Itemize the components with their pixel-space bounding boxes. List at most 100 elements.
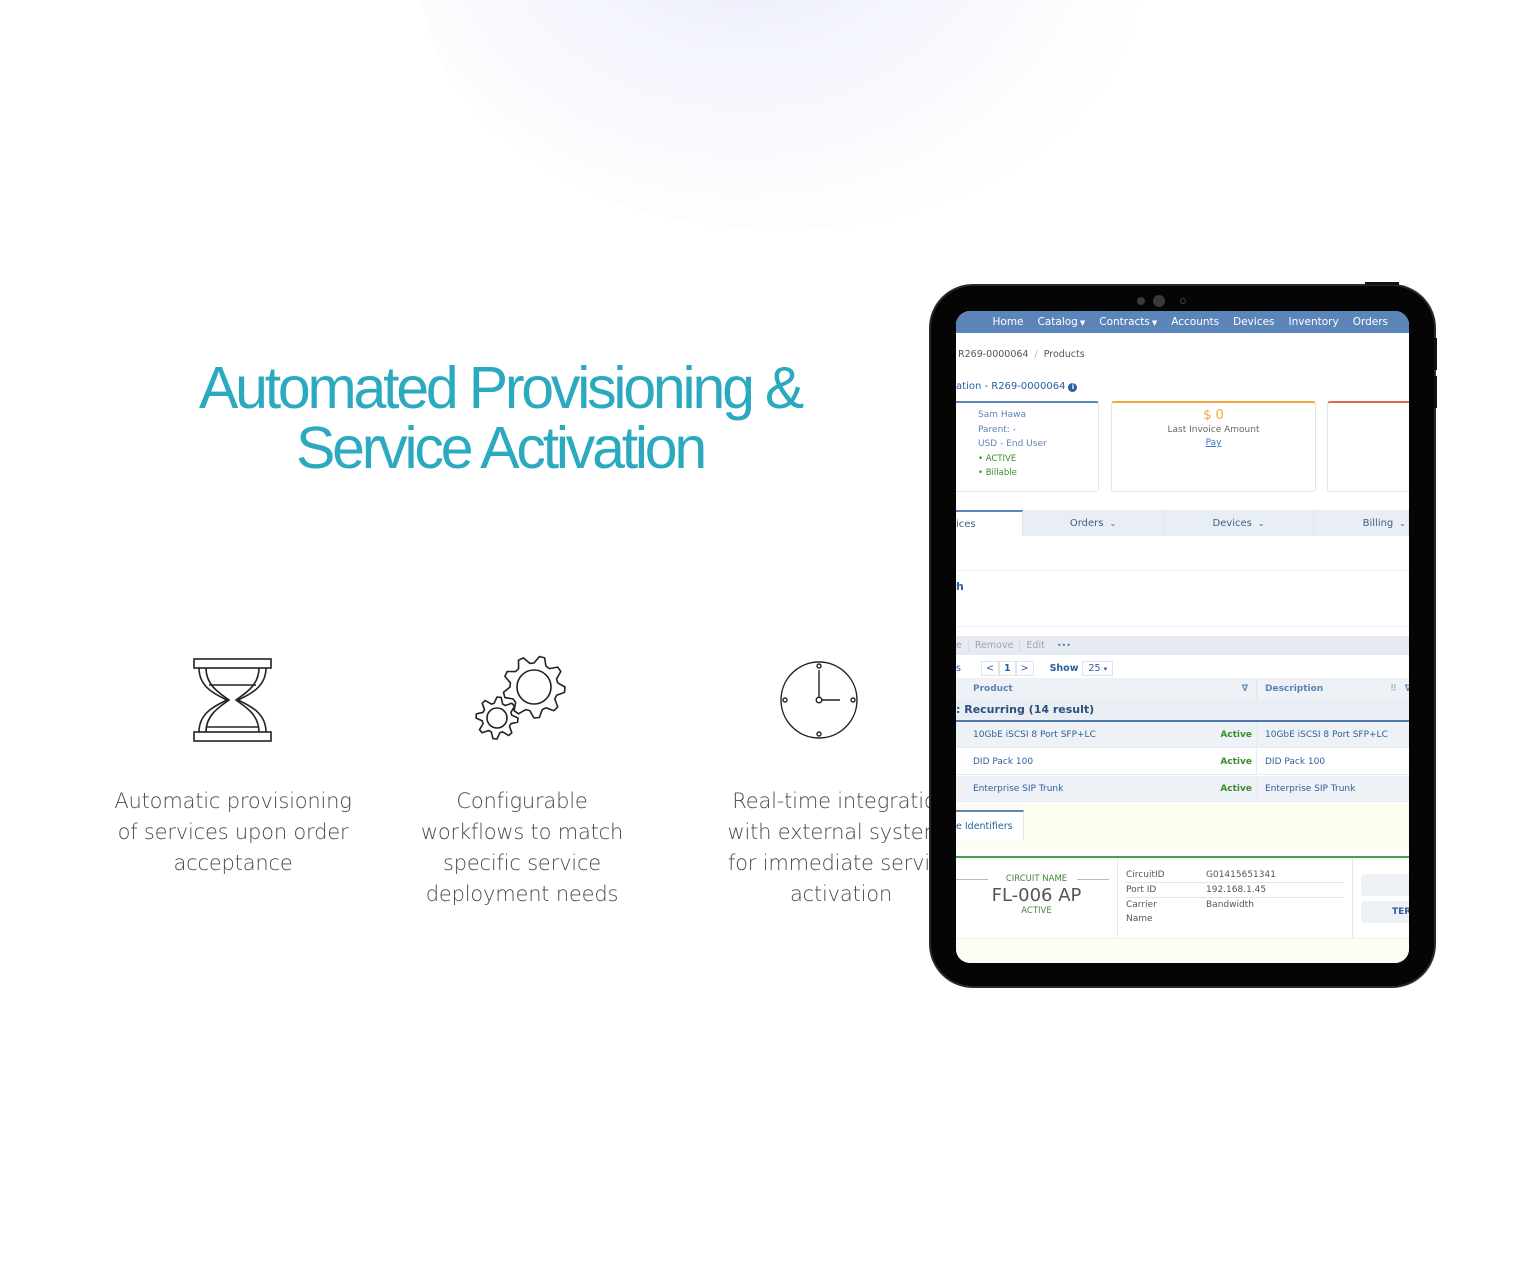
circuit-actions: TER [1352,858,1409,938]
identifiers-section: e Identifiers [956,805,1409,849]
feature-text: Configurable workflows to match specific… [420,789,624,906]
bottom-strip [956,938,1409,963]
sensor-dot [1180,298,1186,304]
chevron-down-icon: ⌄ [1257,518,1265,528]
nav-catalog[interactable]: Catalog ▼ [1031,316,1093,328]
feature-text: Real-time integration with external syst… [727,789,955,906]
third-summary-card [1327,401,1409,492]
chevron-down-icon: ⌄ [1109,518,1117,528]
table-toolbar: e Remove Edit ••• [956,636,1409,655]
feature-automatic-provisioning: Automatic provisioning of services upon … [113,650,353,879]
table-row[interactable]: DID Pack 100 Active DID Pack 100 [956,749,1409,775]
column-header-description[interactable]: Description ⠿ ∇ [1256,678,1409,700]
field-port-id: Port ID 192.168.1.45 [1126,883,1344,898]
pager-label-partial: s [956,662,961,674]
remove-button[interactable]: Remove [969,640,1021,651]
next-page-button[interactable]: > [1015,660,1034,676]
tab-billing[interactable]: Billing ⌄ [1314,510,1409,536]
terminate-button[interactable]: TER [1361,901,1409,923]
pay-link[interactable]: Pay [1112,438,1315,448]
info-icon[interactable]: i [1068,383,1078,392]
caret-down-icon: ▼ [1151,319,1158,327]
background-glow [420,0,1140,230]
top-navbar: Home Catalog ▼ Contracts ▼ Accounts Device… [956,311,1409,333]
breadcrumb-account-link[interactable]: R269-0000064 [958,349,1028,360]
account-name[interactable]: Sam Hawa [978,408,1098,423]
group-header-recurring[interactable]: : Recurring (14 result) [956,700,1409,722]
table-row[interactable]: Enterprise SIP Trunk Active Enterprise SI… [956,776,1409,802]
more-actions-icon[interactable]: ••• [1051,641,1077,650]
caret-down-icon: ▾ [1103,664,1108,673]
breadcrumb: R269-0000064 / Products [958,349,1085,360]
circuit-name-block: CIRCUIT NAME FL-006 AP ACTIVE [956,858,1118,938]
camera-dot [1137,297,1145,305]
current-page[interactable]: 1 [998,660,1016,676]
tab-devices[interactable]: Devices ⌄ [1164,510,1314,536]
tablet-volume-down [1434,376,1437,408]
action-button[interactable] [1361,874,1409,896]
product-name: Enterprise SIP Trunk [973,783,1064,794]
nav-contracts[interactable]: Contracts ▼ [1092,316,1164,328]
headline-line-2: Service Activation [295,415,707,481]
product-name: 10GbE iSCSI 8 Port SFP+LC [973,729,1096,740]
account-billable: • Billable [978,468,1017,478]
nav-orders[interactable]: Orders [1346,316,1395,328]
chevron-down-icon: ⌄ [1399,518,1406,528]
last-invoice-label: Last Invoice Amount [1167,425,1260,435]
tab-orders[interactable]: Orders ⌄ [1023,510,1164,536]
account-title: ation - R269-0000064 i [956,381,1078,392]
toolbar-action-partial[interactable]: e [956,640,969,651]
tablet-volume-up [1434,338,1437,370]
tablet-screen: Home Catalog ▼ Contracts ▼ Accounts Device… [956,311,1409,963]
hourglass-icon [113,650,353,750]
clock-icon [677,650,917,750]
page-headline: Automated Provisioning & Service Activat… [150,358,850,478]
circuit-fields: CircuitID G01415651341 Port ID 192.168.1.4… [1126,868,1344,926]
prev-page-button[interactable]: < [981,660,999,676]
status-badge: Active [1220,784,1252,794]
filter-icon[interactable]: ∇ [1405,684,1409,694]
breadcrumb-current: Products [1043,349,1085,360]
table-row[interactable]: 10GbE iSCSI 8 Port SFP+LC Active 10GbE iS… [956,722,1409,748]
account-currency-type: USD - End User [978,439,1047,449]
search-panel-title: h [956,580,964,593]
drag-handle-icon[interactable]: ⠿ [1390,684,1397,694]
search-panel: h [956,570,1409,627]
circuit-details-panel: CIRCUIT NAME FL-006 AP ACTIVE CircuitID G… [956,856,1409,938]
feature-realtime-integration: Real-time integration with external syst… [677,650,955,910]
status-badge: Active [1220,757,1252,767]
field-circuit-id: CircuitID G01415651341 [1126,868,1344,883]
account-status: • ACTIVE [978,453,1017,464]
nav-devices[interactable]: Devices [1226,316,1281,328]
nav-accounts[interactable]: Accounts [1164,316,1226,328]
nav-inventory[interactable]: Inventory [1282,316,1346,328]
page-size-select[interactable]: 25 ▾ [1082,660,1114,676]
edit-button[interactable]: Edit [1020,640,1050,651]
product-description: Enterprise SIP Trunk [1256,776,1355,801]
caret-down-icon: ▼ [1079,319,1086,327]
invoice-card: $ 0 Last Invoice Amount Pay [1111,401,1316,492]
circuit-name-label: CIRCUIT NAME [956,874,1117,884]
feature-text: Automatic provisioning of services upon … [114,789,352,875]
status-badge: Active [1220,730,1252,740]
circuit-name-value: FL-006 AP [991,885,1082,906]
nav-home[interactable]: Home [986,316,1031,328]
table-header: Product ∇ Description ⠿ ∇ [956,678,1409,700]
feature-configurable-workflows: Configurable workflows to match specific… [402,650,642,910]
product-name: DID Pack 100 [973,756,1034,767]
tablet-mockup: Home Catalog ▼ Contracts ▼ Accounts Device… [929,282,1437,988]
gears-icon [402,650,642,750]
account-parent: Parent: - [978,424,1016,435]
tab-services[interactable]: ices [956,510,1023,536]
column-header-product[interactable]: Product ∇ [956,684,1256,694]
headline-line-1: Automated Provisioning & [198,355,804,421]
product-description: 10GbE iSCSI 8 Port SFP+LC [1256,722,1388,747]
camera-lens [1153,295,1165,307]
pagination-bar: s < 1 > Show 25 ▾ [956,658,1409,678]
tab-service-identifiers[interactable]: e Identifiers [956,810,1024,840]
show-label: Show [1049,662,1079,674]
circuit-status: ACTIVE [1021,906,1052,916]
product-description: DID Pack 100 [1256,749,1325,774]
last-invoice-amount: $ 0 [1203,408,1224,423]
filter-icon[interactable]: ∇ [1242,684,1248,694]
